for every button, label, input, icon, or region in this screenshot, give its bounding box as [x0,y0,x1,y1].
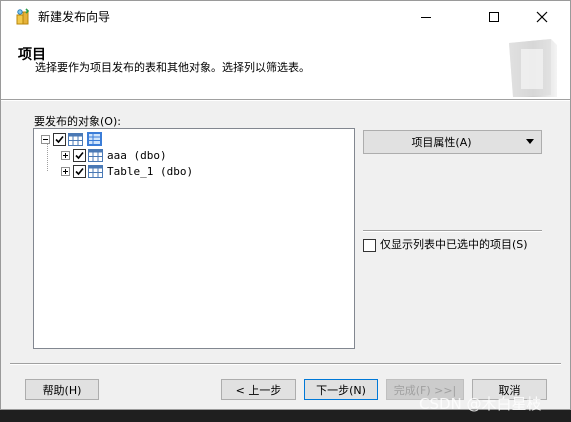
table-icon [88,164,103,178]
checkmark-icon [75,151,84,159]
watermark-text: CSDN @木白星枝 [419,395,542,413]
maximize-button[interactable] [471,1,517,32]
minimize-button[interactable] [403,1,449,32]
table-icon [88,148,103,162]
window-title: 新建发布向导 [38,10,111,24]
show-only-selected-label[interactable]: 仅显示列表中已选中的项目(S) [380,238,540,251]
dropdown-arrow-icon [526,139,534,144]
maximize-icon [489,11,499,22]
close-button[interactable] [519,1,565,32]
expand-icon[interactable] [61,150,70,160]
root-checkbox[interactable] [53,132,66,146]
tree-item-label: aaa (dbo) [107,148,167,162]
checkmark-icon [75,167,84,175]
tree-item-row[interactable]: Table_1 (dbo) [61,163,193,179]
objects-tree[interactable]: aaa (dbo) Table_1 (dbo) [33,128,355,349]
item-checkbox[interactable] [73,148,86,162]
tree-item-label: Table_1 (dbo) [107,164,194,178]
collapse-icon[interactable] [41,134,50,144]
next-button[interactable]: 下一步(N) [304,379,378,400]
tree-item-row[interactable]: aaa (dbo) [61,147,167,163]
wizard-window: 新建发布向导 项目 选择要作为项目发布的表和其他对象。选择列以筛选表。 要发布的… [0,0,571,410]
header-graphic-icon [509,39,557,97]
item-properties-label: 项目属性(A) [411,136,472,149]
page-description: 选择要作为项目发布的表和其他对象。选择列以筛选表。 [35,61,310,74]
help-button[interactable]: 帮助(H) [25,379,99,400]
title-bar[interactable]: 新建发布向导 [1,1,570,32]
objects-label: 要发布的对象(O): [34,115,121,128]
back-button[interactable]: < 上一步 [221,379,296,400]
minimize-icon [421,16,431,18]
close-icon [536,11,548,22]
publication-wizard-icon [16,8,30,25]
checkmark-icon [55,135,64,143]
tables-folder-icon [87,132,102,146]
item-checkbox[interactable] [73,164,86,178]
item-properties-button[interactable]: 项目属性(A) [363,130,542,154]
expand-icon[interactable] [61,166,70,176]
table-icon [68,132,83,146]
tree-root-row[interactable] [41,131,102,147]
show-only-selected-checkbox[interactable] [363,239,376,252]
